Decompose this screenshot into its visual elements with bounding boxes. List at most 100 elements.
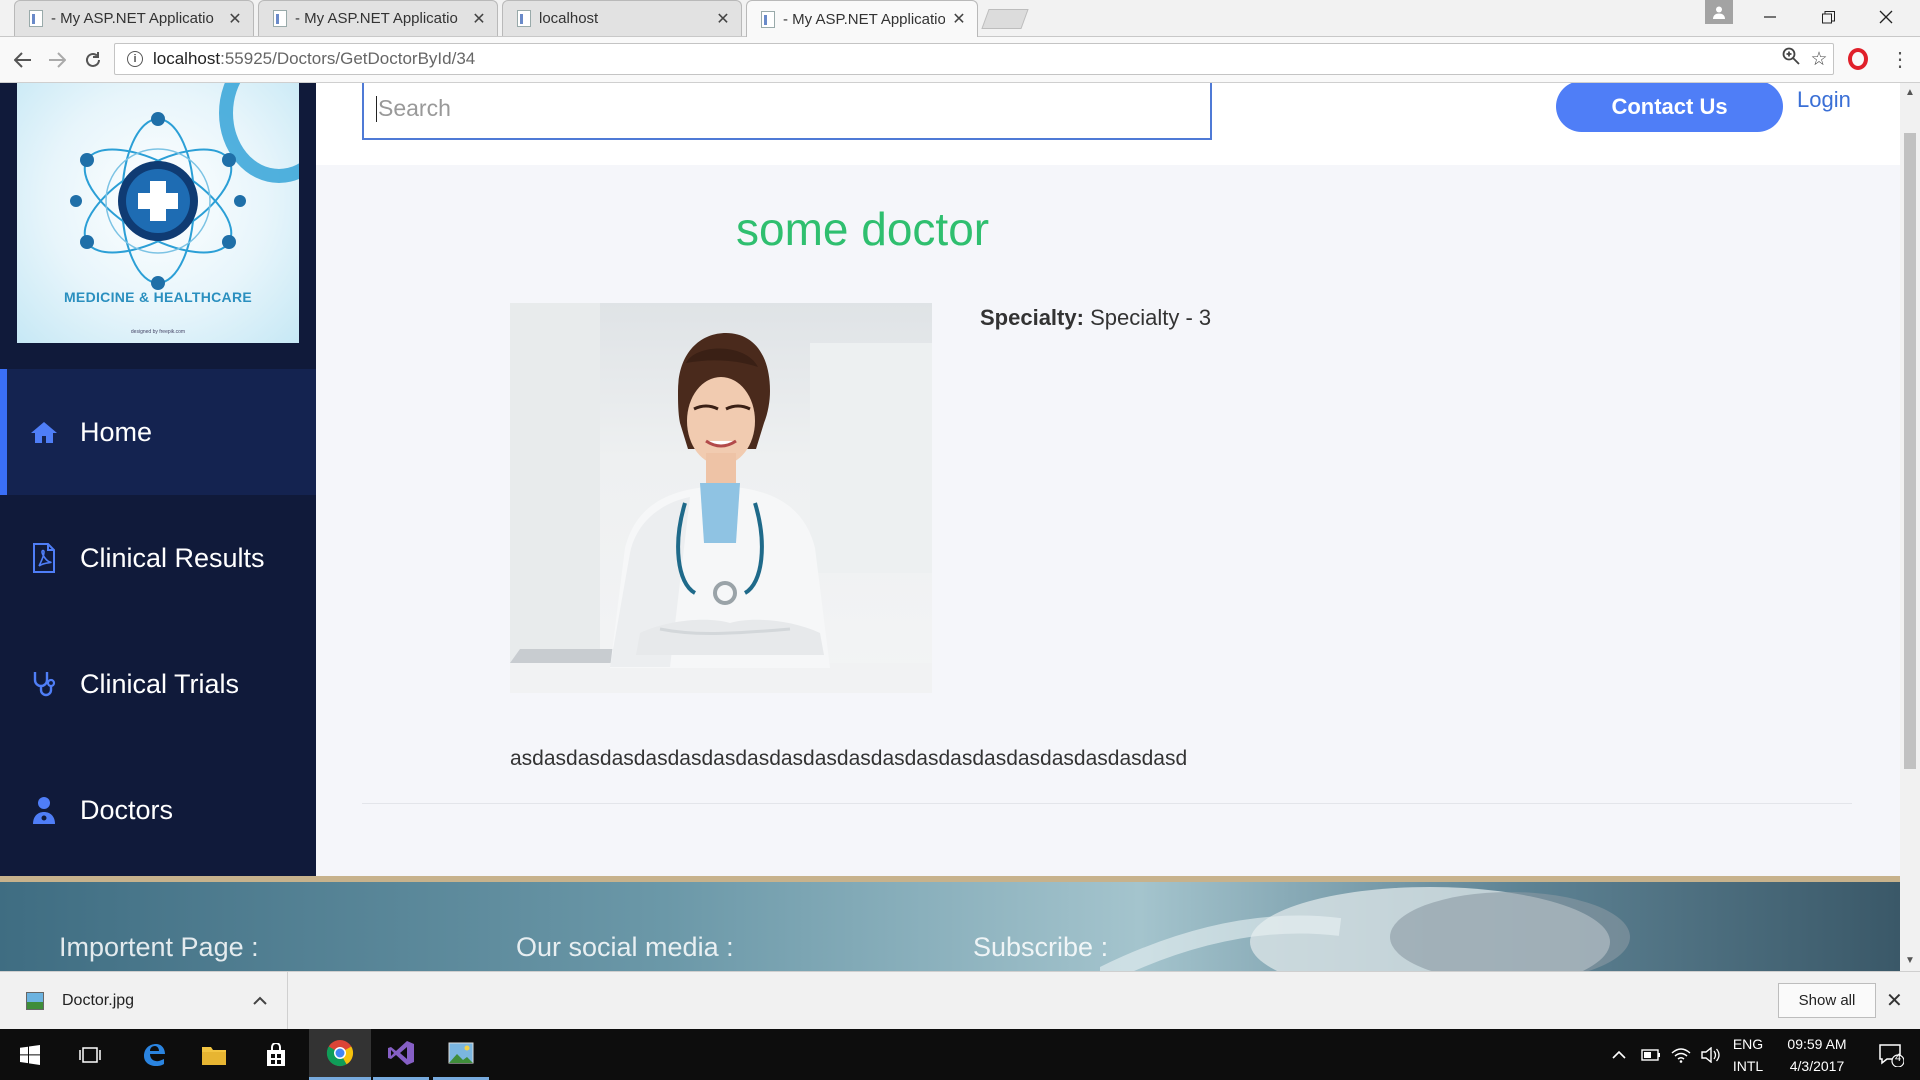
site-logo[interactable]: MEDICINE & HEALTHCARE designed by freepi… — [17, 83, 299, 343]
medical-cross-atom-icon — [70, 112, 246, 290]
bookmark-star-icon[interactable]: ☆ — [1805, 48, 1833, 71]
tab-title: - My ASP.NET Applicatio — [783, 10, 945, 28]
footer-heading-social-media: Our social media : — [516, 932, 734, 962]
windows-taskbar: ENG INTL 09:59 AM 4/3/2017 4 — [0, 1029, 1920, 1080]
windows-start-icon[interactable] — [0, 1029, 60, 1080]
site-footer: Importent Page : Our social media : Subs… — [0, 876, 1900, 971]
doctor-icon — [30, 796, 58, 824]
search-input[interactable]: Search — [362, 83, 1212, 140]
back-button[interactable] — [8, 45, 38, 75]
address-bar[interactable]: i localhost:55925/Doctors/GetDoctorById/… — [114, 43, 1834, 75]
footer-heading-subscribe: Subscribe : — [973, 932, 1109, 962]
store-icon[interactable] — [246, 1029, 306, 1080]
tab-title: - My ASP.NET Applicatio — [51, 10, 214, 27]
forward-button[interactable] — [42, 45, 72, 75]
show-hidden-icons-chevron-icon[interactable] — [1604, 1029, 1634, 1080]
clock-date: 4/3/2017 — [1789, 1058, 1845, 1074]
close-tab-icon[interactable]: ✕ — [471, 9, 487, 29]
new-tab-button[interactable] — [981, 9, 1029, 29]
visual-studio-icon[interactable] — [373, 1029, 429, 1080]
specialty-field: Specialty: Specialty - 3 — [980, 305, 1211, 331]
text-caret — [376, 95, 377, 122]
edge-browser-icon[interactable] — [124, 1029, 184, 1080]
sidebar-item-home[interactable]: Home — [0, 369, 316, 495]
keyboard-layout: INTL — [1732, 1058, 1764, 1074]
footer-background-image — [1100, 887, 1630, 971]
page-icon — [29, 10, 43, 27]
browser-tab[interactable]: localhost ✕ — [502, 0, 742, 36]
opera-extension-icon[interactable] — [1848, 48, 1868, 70]
sidebar-item-label: Home — [80, 416, 153, 447]
contact-us-button[interactable]: Contact Us — [1556, 83, 1783, 132]
doctor-description: asdasdasdasdasdasdasdasdasdasdasdasdasda… — [510, 747, 1188, 770]
site-header: Search Contact Us Login — [316, 83, 1900, 165]
home-icon — [30, 418, 58, 446]
notification-count-badge: 4 — [1895, 1052, 1902, 1064]
close-tab-icon[interactable]: ✕ — [227, 9, 243, 29]
tab-title: - My ASP.NET Applicatio — [295, 10, 458, 27]
browser-menu-icon[interactable]: ⋮ — [1890, 47, 1910, 72]
scroll-down-arrow[interactable]: ▼ — [1900, 955, 1920, 966]
page-viewport: MEDICINE & HEALTHCARE designed by freepi… — [0, 83, 1900, 971]
info-icon[interactable]: i — [127, 51, 143, 67]
image-file-icon — [26, 992, 44, 1010]
profile-icon[interactable] — [1705, 0, 1733, 24]
pdf-document-icon — [30, 543, 58, 573]
sidebar: MEDICINE & HEALTHCARE designed by freepi… — [0, 83, 316, 876]
screen: - My ASP.NET Applicatio ✕ - My ASP.NET A… — [0, 0, 1920, 1080]
page-scrollbar[interactable]: ▲ ▼ — [1900, 83, 1920, 971]
browser-toolbar: i localhost:55925/Doctors/GetDoctorById/… — [0, 37, 1920, 83]
doctor-name: some doctor — [736, 203, 990, 255]
page-icon — [517, 10, 531, 27]
volume-icon[interactable] — [1696, 1029, 1726, 1080]
minimize-window-button[interactable] — [1742, 0, 1798, 34]
battery-icon[interactable] — [1636, 1029, 1666, 1080]
page-icon — [273, 10, 287, 27]
language-code: ENG — [1732, 1036, 1764, 1052]
specialty-value: Specialty - 3 — [1090, 305, 1212, 330]
sidebar-item-label: Clinical Results — [80, 542, 265, 573]
chevron-up-icon[interactable] — [253, 992, 267, 1010]
chrome-icon[interactable] — [309, 1029, 371, 1080]
footer-heading-important-pages: Importent Page : — [59, 932, 259, 962]
close-tab-icon[interactable]: ✕ — [715, 9, 731, 29]
wifi-icon[interactable] — [1666, 1029, 1696, 1080]
close-download-shelf-icon[interactable]: ✕ — [1886, 988, 1903, 1013]
login-link[interactable]: Login — [1797, 87, 1851, 113]
reload-button[interactable] — [78, 45, 108, 75]
download-item[interactable]: Doctor.jpg — [0, 972, 288, 1030]
restore-window-button[interactable] — [1800, 0, 1856, 34]
browser-tab[interactable]: - My ASP.NET Applicatio ✕ — [258, 0, 498, 36]
sidebar-item-label: Clinical Trials — [80, 668, 240, 699]
specialty-label: Specialty: — [980, 305, 1084, 330]
action-center-icon[interactable]: 4 — [1866, 1029, 1916, 1080]
browser-tab-active[interactable]: - My ASP.NET Applicatio ✕ — [746, 0, 978, 37]
clock-time: 09:59 AM — [1787, 1036, 1847, 1052]
doctor-photo — [510, 303, 932, 693]
browser-tab-strip: - My ASP.NET Applicatio ✕ - My ASP.NET A… — [0, 0, 1920, 37]
search-placeholder: Search — [378, 95, 451, 121]
zoom-icon[interactable] — [1777, 47, 1805, 71]
photos-app-icon[interactable] — [433, 1029, 489, 1080]
content-divider — [362, 803, 1852, 804]
download-file-name: Doctor.jpg — [62, 992, 135, 1009]
download-shelf: Doctor.jpg Show all ✕ — [0, 971, 1920, 1030]
input-language-indicator[interactable]: ENG INTL — [1728, 1033, 1768, 1077]
sidebar-item-clinical-trials[interactable]: Clinical Trials — [0, 621, 316, 747]
clock[interactable]: 09:59 AM 4/3/2017 — [1772, 1033, 1862, 1077]
close-window-button[interactable] — [1858, 0, 1914, 34]
page-icon — [761, 10, 775, 28]
sidebar-item-clinical-results[interactable]: Clinical Results — [0, 495, 316, 621]
browser-tab[interactable]: - My ASP.NET Applicatio ✕ — [14, 0, 254, 36]
doctor-details: some doctor Specialty: Specialty - 3 asd… — [316, 165, 1900, 876]
scrollbar-thumb[interactable] — [1904, 133, 1916, 769]
url-text[interactable]: localhost:55925/Doctors/GetDoctorById/34 — [153, 49, 1777, 69]
sidebar-item-doctors[interactable]: Doctors — [0, 747, 316, 873]
logo-text: MEDICINE & HEALTHCARE — [63, 289, 253, 305]
task-view-icon[interactable] — [60, 1029, 120, 1080]
file-explorer-icon[interactable] — [184, 1029, 244, 1080]
close-tab-icon[interactable]: ✕ — [951, 9, 967, 29]
show-all-downloads-button[interactable]: Show all — [1778, 983, 1876, 1018]
logo-credit: designed by freepik.com — [130, 329, 186, 335]
scroll-up-arrow[interactable]: ▲ — [1900, 87, 1920, 98]
